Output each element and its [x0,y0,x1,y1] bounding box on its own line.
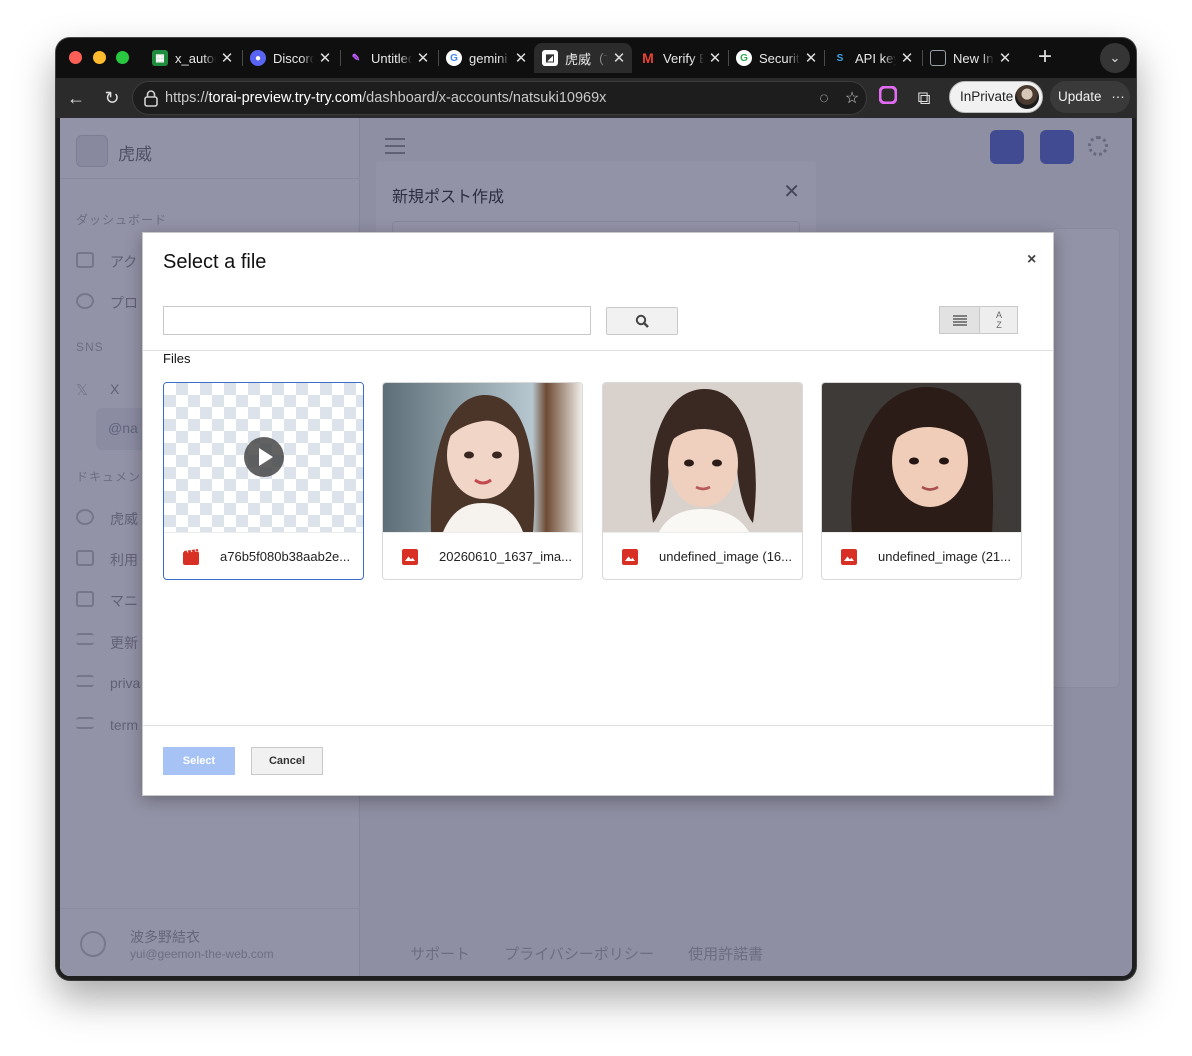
file-card[interactable]: 20260610_1637_ima... [382,382,583,580]
close-icon[interactable]: ✕ [416,49,430,67]
list-view-icon[interactable] [940,307,980,333]
cancel-button[interactable]: Cancel [251,747,323,775]
copilot-icon[interactable] [876,85,900,110]
address-bar[interactable]: https://torai-preview.try-try.com/dashbo… [132,81,867,115]
close-icon[interactable]: ✕ [708,49,722,67]
sheets-icon: ▦ [152,50,168,66]
more-menu-icon[interactable]: ··· [1111,89,1125,104]
close-icon[interactable]: ✕ [612,49,626,67]
files-section-label: Files [163,351,191,366]
google-icon: G [736,50,752,66]
file-card-footer: 20260610_1637_ima... [383,532,582,579]
file-name: a76b5f080b38aab2e... [220,549,351,564]
tab-strip: ▦ x_autom ✕ ● Discord ✕ ✎ Untitled ✕ G g… [56,38,1136,78]
profile-avatar [1015,85,1039,109]
tab-security[interactable]: G Securit ✕ [728,43,824,73]
tab-verify[interactable]: M Verify E ✕ [632,43,728,73]
close-icon[interactable]: ✕ [514,49,528,67]
video-file-icon [183,549,199,565]
image-thumbnail [383,383,582,532]
tab-untitled[interactable]: ✎ Untitled ✕ [340,43,436,73]
browser-toolbar: ← ↻ https://torai-preview.try-try.com/da… [56,78,1136,118]
inprivate-badge[interactable]: InPrivate [949,81,1043,113]
minimize-window-button[interactable] [93,51,106,64]
file-name: undefined_image (21... [878,549,1011,564]
close-icon[interactable]: ✕ [998,49,1012,67]
tool-icon: ✎ [351,52,361,64]
tab-list-dropdown-icon[interactable]: ⌄ [1100,43,1130,73]
reload-icon[interactable]: ↻ [100,86,124,110]
file-card-footer: undefined_image (21... [822,532,1021,579]
search-icon [635,314,649,328]
close-icon[interactable]: × [1027,251,1036,269]
tracking-prevention-icon[interactable]: ◌ [813,88,835,110]
tab-gemini[interactable]: G gemini ✕ [438,43,534,73]
lock-icon [144,90,158,107]
video-thumbnail [164,383,363,532]
view-toggle-group: AZ [939,306,1018,334]
image-thumbnail [603,383,802,532]
file-card-footer: undefined_image (16... [603,532,802,579]
close-icon[interactable]: ✕ [900,49,914,67]
discord-icon: ● [250,50,266,66]
close-icon[interactable]: ✕ [804,49,818,67]
back-arrow-icon[interactable]: ← [64,86,88,110]
close-icon[interactable]: ✕ [220,49,234,67]
url-text: https://torai-preview.try-try.com/dashbo… [165,90,607,106]
file-card[interactable]: a76b5f080b38aab2e... [163,382,364,580]
file-card[interactable]: undefined_image (21... [821,382,1022,580]
file-card[interactable]: undefined_image (16... [602,382,803,580]
google-icon: G [446,50,462,66]
close-window-button[interactable] [69,51,82,64]
update-button[interactable]: Update ··· [1050,81,1130,113]
select-button[interactable]: Select [163,747,235,775]
file-name: 20260610_1637_ima... [439,549,573,564]
browser-window: ▦ x_autom ✕ ● Discord ✕ ✎ Untitled ✕ G g… [56,38,1136,980]
close-icon[interactable]: ✕ [318,49,332,67]
tab-api-key[interactable]: S API key ✕ [824,43,920,73]
page-viewport: 虎威 ダッシュボード アク プロ SNS 𝕏X @na ドキュメント 虎威 利用… [60,118,1132,976]
file-picker-dialog: Select a file × AZ Files a76b5f080b38aab… [142,232,1054,796]
image-file-icon [841,549,857,565]
extensions-icon[interactable]: ⧉ [912,86,936,110]
file-card-footer: a76b5f080b38aab2e... [164,532,363,579]
tab-discord[interactable]: ● Discord ✕ [242,43,338,73]
sort-az-icon[interactable]: AZ [980,307,1018,333]
api-icon: S [836,52,844,64]
image-file-icon [622,549,638,565]
favorite-star-icon[interactable]: ☆ [841,88,863,110]
file-name: undefined_image (16... [659,549,792,564]
image-file-icon [402,549,418,565]
tab-torai[interactable]: ◩ 虎威（T ✕ [534,43,632,73]
search-button[interactable] [606,307,678,335]
maximize-window-button[interactable] [116,51,129,64]
search-input[interactable] [163,306,591,335]
torai-icon: ◩ [542,50,558,66]
picker-title: Select a file [163,251,267,273]
play-icon [244,437,284,477]
page-icon [930,50,946,66]
tab-x-autom[interactable]: ▦ x_autom ✕ [144,43,240,73]
gmail-icon: M [642,50,654,66]
new-tab-button[interactable]: + [1031,44,1059,72]
image-thumbnail [822,383,1021,532]
tab-new[interactable]: New In ✕ [922,43,1018,73]
